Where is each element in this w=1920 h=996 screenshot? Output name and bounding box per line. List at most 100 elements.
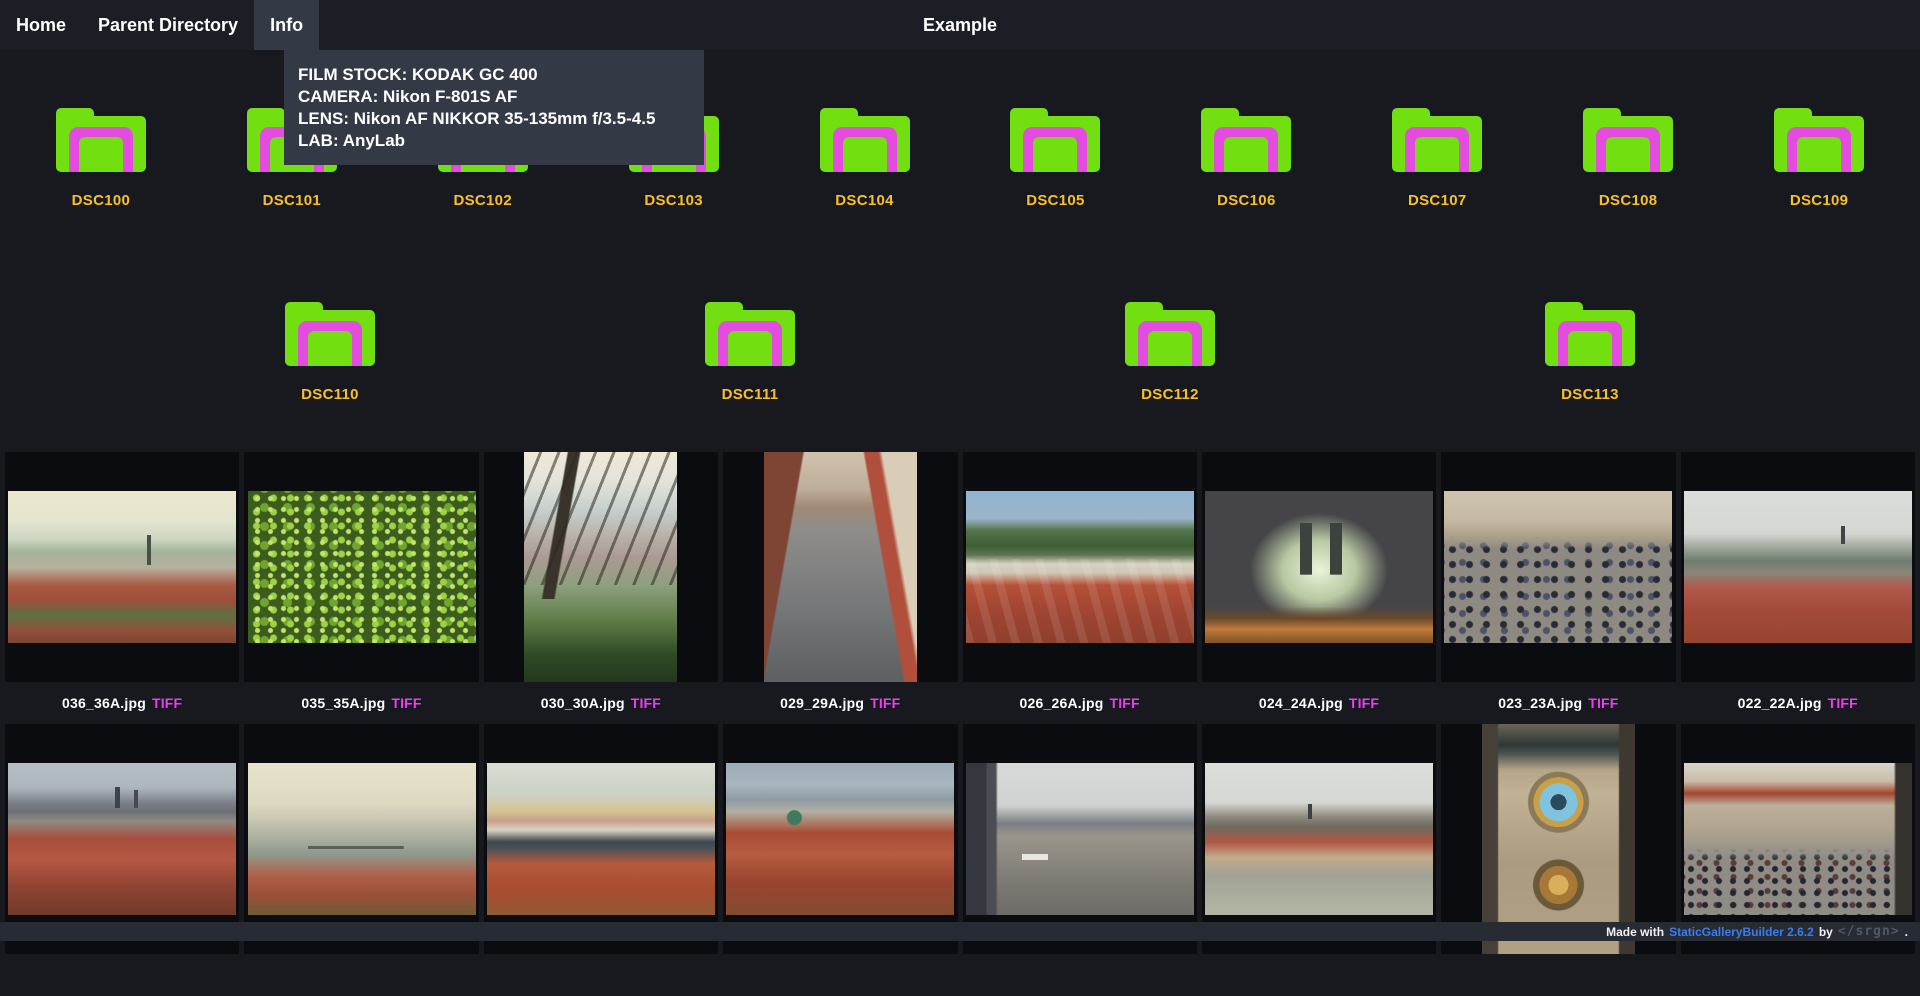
folder-label: DSC109 — [1790, 192, 1849, 209]
folder-label: DSC102 — [453, 192, 512, 209]
nav-link-parent-directory[interactable]: Parent Directory — [82, 0, 254, 50]
photo-cell — [1441, 724, 1675, 996]
folder-item-dsc110[interactable]: DSC110 — [240, 302, 420, 403]
builder-link[interactable]: StaticGalleryBuilder 2.6.2 — [1669, 925, 1814, 939]
tooltip-line-camera: CAMERA: Nikon F-801S AF — [298, 86, 688, 108]
photo-link[interactable] — [244, 452, 478, 682]
folder-icon — [1201, 108, 1291, 172]
tiff-link[interactable]: TIFF — [1349, 695, 1379, 711]
tiff-link[interactable]: TIFF — [631, 695, 661, 711]
folder-item-dsc109[interactable]: DSC109 — [1729, 108, 1909, 209]
photo-thumbnail[interactable] — [726, 763, 954, 915]
photo-thumbnail[interactable] — [1482, 724, 1635, 954]
photo-grid: 036_36A.jpg TIFF 035_35A.jpg TIFF 030_30… — [0, 452, 1920, 996]
photo-link[interactable] — [1441, 452, 1675, 682]
folder-icon — [1125, 302, 1215, 366]
photo-cell — [244, 724, 478, 996]
photo-thumbnail[interactable] — [1444, 491, 1672, 643]
photo-link[interactable] — [963, 452, 1197, 682]
folder-item-dsc111[interactable]: DSC111 — [660, 302, 840, 403]
photo-link[interactable] — [1202, 724, 1436, 954]
folder-item-dsc104[interactable]: DSC104 — [775, 108, 955, 209]
photo-caption — [1441, 954, 1675, 996]
photo-thumbnail[interactable] — [1205, 763, 1433, 915]
photo-filename-link[interactable]: 030_30A.jpg — [541, 695, 625, 711]
photo-cell — [1202, 724, 1436, 996]
folder-icon — [820, 108, 910, 172]
photo-thumbnail[interactable] — [1684, 763, 1912, 915]
photo-link[interactable] — [484, 724, 718, 954]
folder-item-dsc108[interactable]: DSC108 — [1538, 108, 1718, 209]
photo-link[interactable] — [723, 724, 957, 954]
tiff-link[interactable]: TIFF — [1828, 695, 1858, 711]
folder-item-dsc107[interactable]: DSC107 — [1347, 108, 1527, 209]
photo-filename-link[interactable]: 036_36A.jpg — [62, 695, 146, 711]
photo-cell: 026_26A.jpg TIFF — [963, 452, 1197, 724]
photo-link[interactable] — [723, 452, 957, 682]
photo-filename-link[interactable]: 026_26A.jpg — [1020, 695, 1104, 711]
folder-item-dsc100[interactable]: DSC100 — [11, 108, 191, 209]
photo-thumbnail[interactable] — [8, 491, 236, 643]
tiff-link[interactable]: TIFF — [870, 695, 900, 711]
photo-thumbnail[interactable] — [524, 452, 677, 682]
photo-filename-link[interactable]: 023_23A.jpg — [1498, 695, 1582, 711]
photo-filename-link[interactable]: 035_35A.jpg — [301, 695, 385, 711]
photo-cell — [484, 724, 718, 996]
nav-link-home[interactable]: Home — [0, 0, 82, 50]
tiff-link[interactable]: TIFF — [1588, 695, 1618, 711]
photo-cell: 030_30A.jpg TIFF — [484, 452, 718, 724]
folder-label: DSC103 — [644, 192, 703, 209]
nav-links: HomeParent DirectoryInfo — [0, 0, 319, 50]
folder-item-dsc105[interactable]: DSC105 — [965, 108, 1145, 209]
folder-icon — [1392, 108, 1482, 172]
photo-filename-link[interactable]: 022_22A.jpg — [1738, 695, 1822, 711]
tiff-link[interactable]: TIFF — [152, 695, 182, 711]
photo-caption — [1681, 954, 1915, 996]
photo-caption: 035_35A.jpg TIFF — [244, 682, 478, 724]
footer-bar: Made with StaticGalleryBuilder 2.6.2 by … — [0, 922, 1920, 941]
photo-link[interactable] — [963, 724, 1197, 954]
photo-link[interactable] — [1681, 452, 1915, 682]
tiff-link[interactable]: TIFF — [391, 695, 421, 711]
folder-item-dsc113[interactable]: DSC113 — [1500, 302, 1680, 403]
photo-cell — [1681, 724, 1915, 996]
photo-thumbnail[interactable] — [8, 763, 236, 915]
footer-by: by — [1819, 925, 1833, 939]
photo-cell: 022_22A.jpg TIFF — [1681, 452, 1915, 724]
photo-link[interactable] — [1681, 724, 1915, 954]
folder-item-dsc106[interactable]: DSC106 — [1156, 108, 1336, 209]
photo-cell — [963, 724, 1197, 996]
photo-link[interactable] — [244, 724, 478, 954]
folder-label: DSC100 — [72, 192, 131, 209]
photo-filename-link[interactable]: 024_24A.jpg — [1259, 695, 1343, 711]
photo-link[interactable] — [1441, 724, 1675, 954]
photo-caption: 023_23A.jpg TIFF — [1441, 682, 1675, 724]
photo-thumbnail[interactable] — [764, 452, 917, 682]
tiff-link[interactable]: TIFF — [1109, 695, 1139, 711]
photo-thumbnail[interactable] — [1684, 491, 1912, 643]
photo-link[interactable] — [1202, 452, 1436, 682]
tooltip-line-lab: LAB: AnyLab — [298, 130, 688, 152]
photo-thumbnail[interactable] — [966, 491, 1194, 643]
folder-item-dsc112[interactable]: DSC112 — [1080, 302, 1260, 403]
folder-icon — [1010, 108, 1100, 172]
photo-link[interactable] — [5, 452, 239, 682]
photo-caption — [244, 954, 478, 996]
folder-label: DSC105 — [1026, 192, 1085, 209]
photo-thumbnail[interactable] — [487, 763, 715, 915]
folder-label: DSC111 — [722, 386, 779, 403]
photo-filename-link[interactable]: 029_29A.jpg — [780, 695, 864, 711]
photo-thumbnail[interactable] — [248, 763, 476, 915]
folder-label: DSC108 — [1599, 192, 1658, 209]
folder-label: DSC113 — [1561, 386, 1619, 403]
folder-icon — [285, 302, 375, 366]
photo-thumbnail[interactable] — [966, 763, 1194, 915]
photo-link[interactable] — [484, 452, 718, 682]
photo-thumbnail[interactable] — [1205, 491, 1433, 643]
folder-label: DSC112 — [1141, 386, 1199, 403]
folder-icon — [1583, 108, 1673, 172]
folder-label: DSC110 — [301, 386, 359, 403]
photo-thumbnail[interactable] — [248, 491, 476, 643]
photo-link[interactable] — [5, 724, 239, 954]
nav-link-info[interactable]: Info — [254, 0, 319, 50]
